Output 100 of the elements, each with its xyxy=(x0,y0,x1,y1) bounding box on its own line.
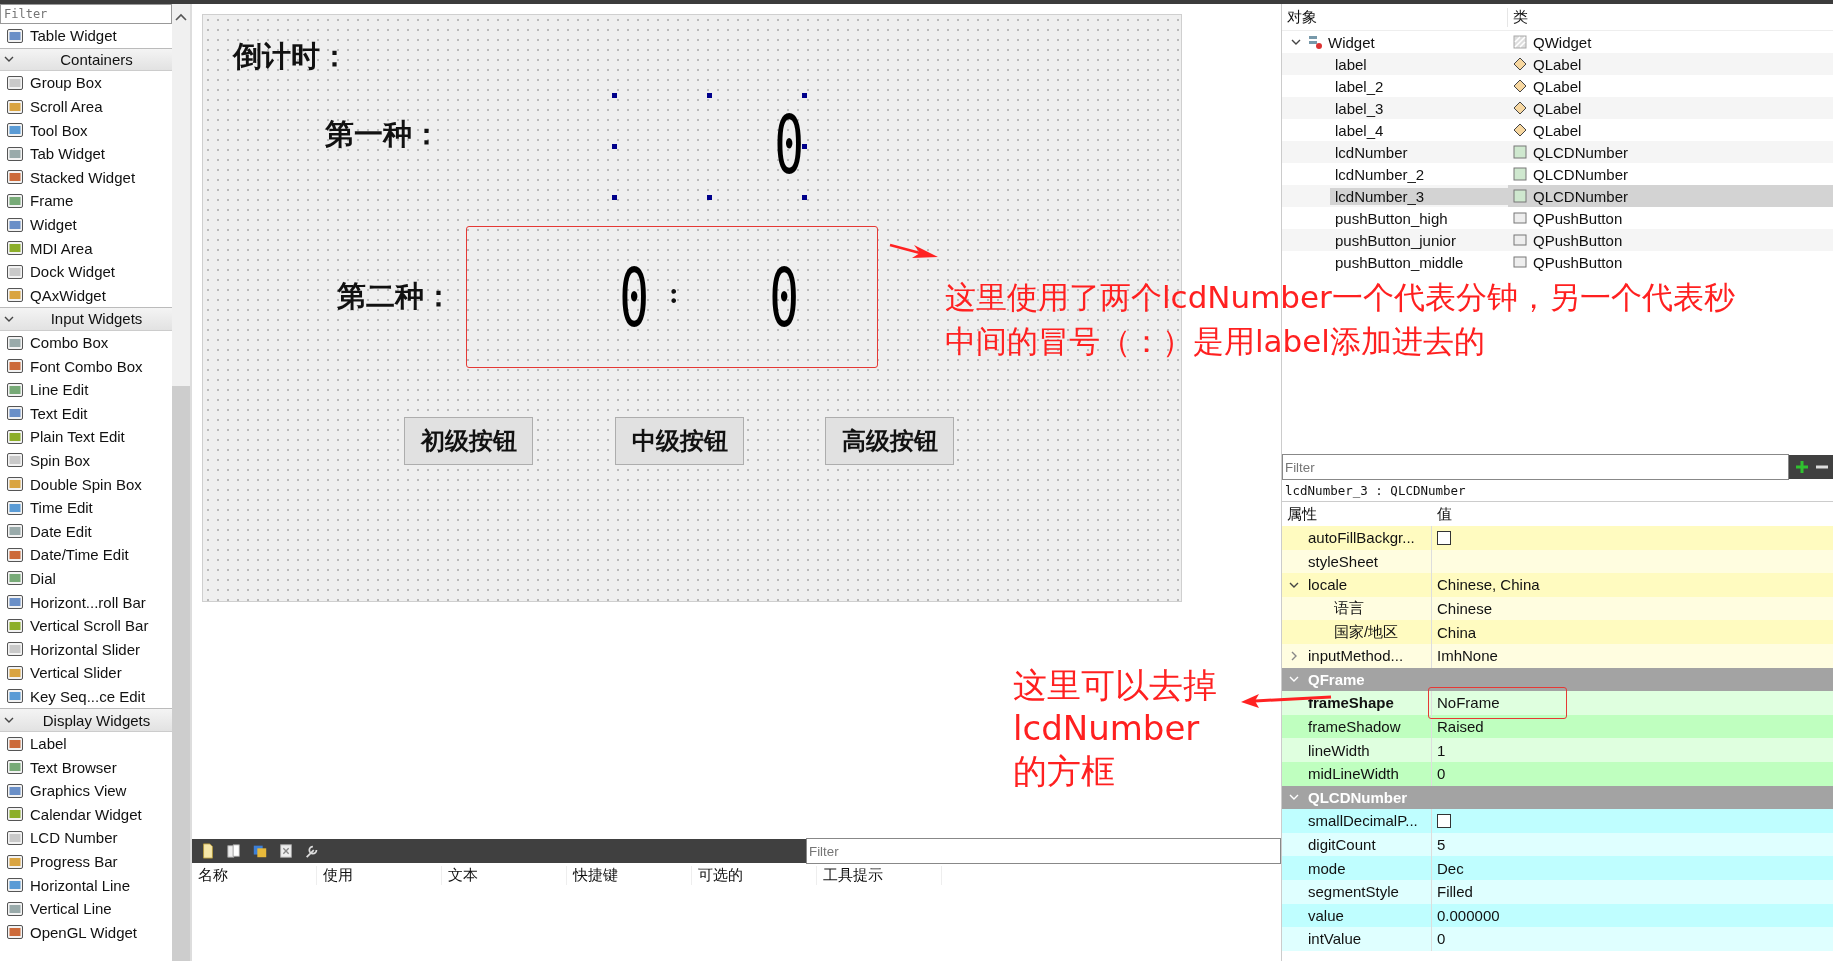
palette-item[interactable]: LCD Number xyxy=(0,826,172,850)
push-button[interactable]: 初级按钮 xyxy=(404,417,533,465)
selection-handle[interactable] xyxy=(802,144,807,149)
palette-item[interactable]: Group Box xyxy=(0,71,172,95)
tree-item[interactable]: pushButton_middle xyxy=(1282,253,1508,271)
column-header[interactable]: 文本 xyxy=(442,865,567,885)
property-value[interactable]: 1 xyxy=(1437,741,1446,759)
property-row[interactable]: segmentStyle Filled xyxy=(1282,879,1833,904)
palette-item[interactable]: Dial xyxy=(0,566,172,591)
checkbox[interactable] xyxy=(1437,530,1451,545)
pages-icon[interactable] xyxy=(226,843,242,859)
column-header[interactable]: 对象 xyxy=(1282,7,1508,27)
document-icon[interactable] xyxy=(200,843,216,859)
palette-item[interactable]: QAxWidget xyxy=(0,283,172,308)
palette-item[interactable]: Stacked Widget xyxy=(0,165,172,190)
property-row[interactable]: inputMethod... ImhNone xyxy=(1282,643,1833,668)
palette-item[interactable]: Tool Box xyxy=(0,118,172,142)
palette-item[interactable]: Graphics View xyxy=(0,779,172,803)
tree-item[interactable]: label_3 xyxy=(1282,99,1508,117)
palette-item[interactable]: Horizont...roll Bar xyxy=(0,590,172,614)
column-header[interactable]: 使用 xyxy=(317,865,442,885)
palette-item[interactable]: Table Widget xyxy=(0,24,172,48)
property-value[interactable]: Raised xyxy=(1437,718,1484,736)
filter-field[interactable]: Filter xyxy=(1282,454,1789,480)
palette-item[interactable]: Horizontal Line xyxy=(0,873,172,897)
palette-item[interactable]: Double Spin Box xyxy=(0,472,172,496)
property-row[interactable]: locale Chinese, China xyxy=(1282,573,1833,597)
property-row[interactable]: digitCount 5 xyxy=(1282,832,1833,857)
property-value[interactable]: 0 xyxy=(1437,930,1446,948)
selection-handle[interactable] xyxy=(612,195,617,200)
property-row[interactable]: 国家/地区 China xyxy=(1282,620,1833,644)
palette-item[interactable]: Dock Widget xyxy=(0,259,172,284)
tree-item[interactable]: pushButton_junior xyxy=(1282,231,1508,249)
property-row[interactable]: mode Dec xyxy=(1282,856,1833,880)
property-row[interactable]: intValue 0 xyxy=(1282,927,1833,951)
palette-item[interactable]: Progress Bar xyxy=(0,849,172,874)
checkbox[interactable] xyxy=(1437,813,1451,828)
property-value[interactable]: 0 xyxy=(1437,765,1446,783)
tree-item[interactable]: lcdNumber xyxy=(1282,143,1508,161)
scroll-up-icon[interactable] xyxy=(174,12,188,22)
palette-item[interactable]: MDI Area xyxy=(0,236,172,260)
lcd-number[interactable]: 0 xyxy=(614,95,804,197)
property-value[interactable]: 5 xyxy=(1437,836,1446,853)
images-icon[interactable] xyxy=(252,843,268,859)
column-header[interactable]: 值 xyxy=(1432,504,1452,524)
palette-item[interactable]: Line Edit xyxy=(0,377,172,402)
palette-item[interactable]: Calendar Widget xyxy=(0,802,172,827)
palette-item[interactable]: Text Browser xyxy=(0,755,172,779)
selection-handle[interactable] xyxy=(707,195,712,200)
palette-item[interactable]: Time Edit xyxy=(0,495,172,520)
tree-item[interactable]: pushButton_high xyxy=(1282,209,1508,227)
column-header[interactable]: 快捷键 xyxy=(567,865,692,885)
tree-item[interactable]: lcdNumber_3 xyxy=(1330,187,1508,205)
property-value[interactable]: China xyxy=(1437,623,1477,641)
property-row[interactable]: smallDecimalP... xyxy=(1282,809,1833,833)
property-value[interactable]: Chinese, China xyxy=(1437,576,1540,594)
property-row[interactable]: midLineWidth 0 xyxy=(1282,761,1833,786)
property-row[interactable]: autoFillBackgr... xyxy=(1282,526,1833,550)
column-header[interactable]: 类 xyxy=(1508,7,1528,27)
tree-item[interactable]: lcdNumber_2 xyxy=(1282,165,1508,183)
property-value[interactable]: Dec xyxy=(1437,859,1464,877)
property-value[interactable]: 0.000000 xyxy=(1437,906,1500,924)
category-header[interactable]: Display Widgets xyxy=(0,708,172,732)
wrench-icon[interactable] xyxy=(304,843,320,859)
column-header[interactable]: 工具提示 xyxy=(817,865,942,885)
property-row[interactable]: lineWidth 1 xyxy=(1282,738,1833,762)
lcd-number[interactable]: 0 xyxy=(693,261,799,337)
column-header[interactable]: 可选的 xyxy=(692,865,817,885)
scrollbar-thumb[interactable] xyxy=(172,386,190,961)
palette-item[interactable]: Date/Time Edit xyxy=(0,543,172,567)
palette-item[interactable]: Scroll Area xyxy=(0,94,172,119)
column-header[interactable]: 名称 xyxy=(192,865,317,885)
filter-field[interactable]: Filter xyxy=(806,838,1281,864)
selection-handle[interactable] xyxy=(802,93,807,98)
palette-item[interactable]: Text Edit xyxy=(0,401,172,426)
property-value[interactable]: NoFrame xyxy=(1437,694,1500,712)
palette-item[interactable]: Frame xyxy=(0,189,172,213)
tree-item[interactable]: Widget xyxy=(1282,33,1508,51)
tree-item[interactable]: label_4 xyxy=(1282,121,1508,139)
palette-item[interactable]: Label xyxy=(0,731,172,756)
selection-handle[interactable] xyxy=(707,93,712,98)
palette-item[interactable]: Vertical Slider xyxy=(0,661,172,685)
property-value[interactable]: Chinese xyxy=(1437,600,1493,618)
push-button[interactable]: 高级按钮 xyxy=(825,417,954,465)
property-row[interactable]: styleSheet xyxy=(1282,549,1833,574)
palette-item[interactable]: Horizontal Slider xyxy=(0,637,172,662)
selection-handle[interactable] xyxy=(612,144,617,149)
category-header[interactable]: Containers xyxy=(0,47,172,72)
push-button[interactable]: 中级按钮 xyxy=(615,417,744,465)
selection-handle[interactable] xyxy=(612,93,617,98)
delete-icon[interactable] xyxy=(278,843,294,859)
column-header[interactable]: 属性 xyxy=(1282,504,1432,524)
palette-item[interactable]: Date Edit xyxy=(0,519,172,544)
tree-item[interactable]: label_2 xyxy=(1282,77,1508,95)
palette-item[interactable]: Vertical Scroll Bar xyxy=(0,613,172,638)
palette-item[interactable]: Vertical Line xyxy=(0,896,172,921)
property-row[interactable]: value 0.000000 xyxy=(1282,903,1833,928)
palette-item[interactable]: Key Seq...ce Edit xyxy=(0,684,172,709)
palette-item[interactable]: Tab Widget xyxy=(0,141,172,166)
category-header[interactable]: Input Widgets xyxy=(0,307,172,331)
